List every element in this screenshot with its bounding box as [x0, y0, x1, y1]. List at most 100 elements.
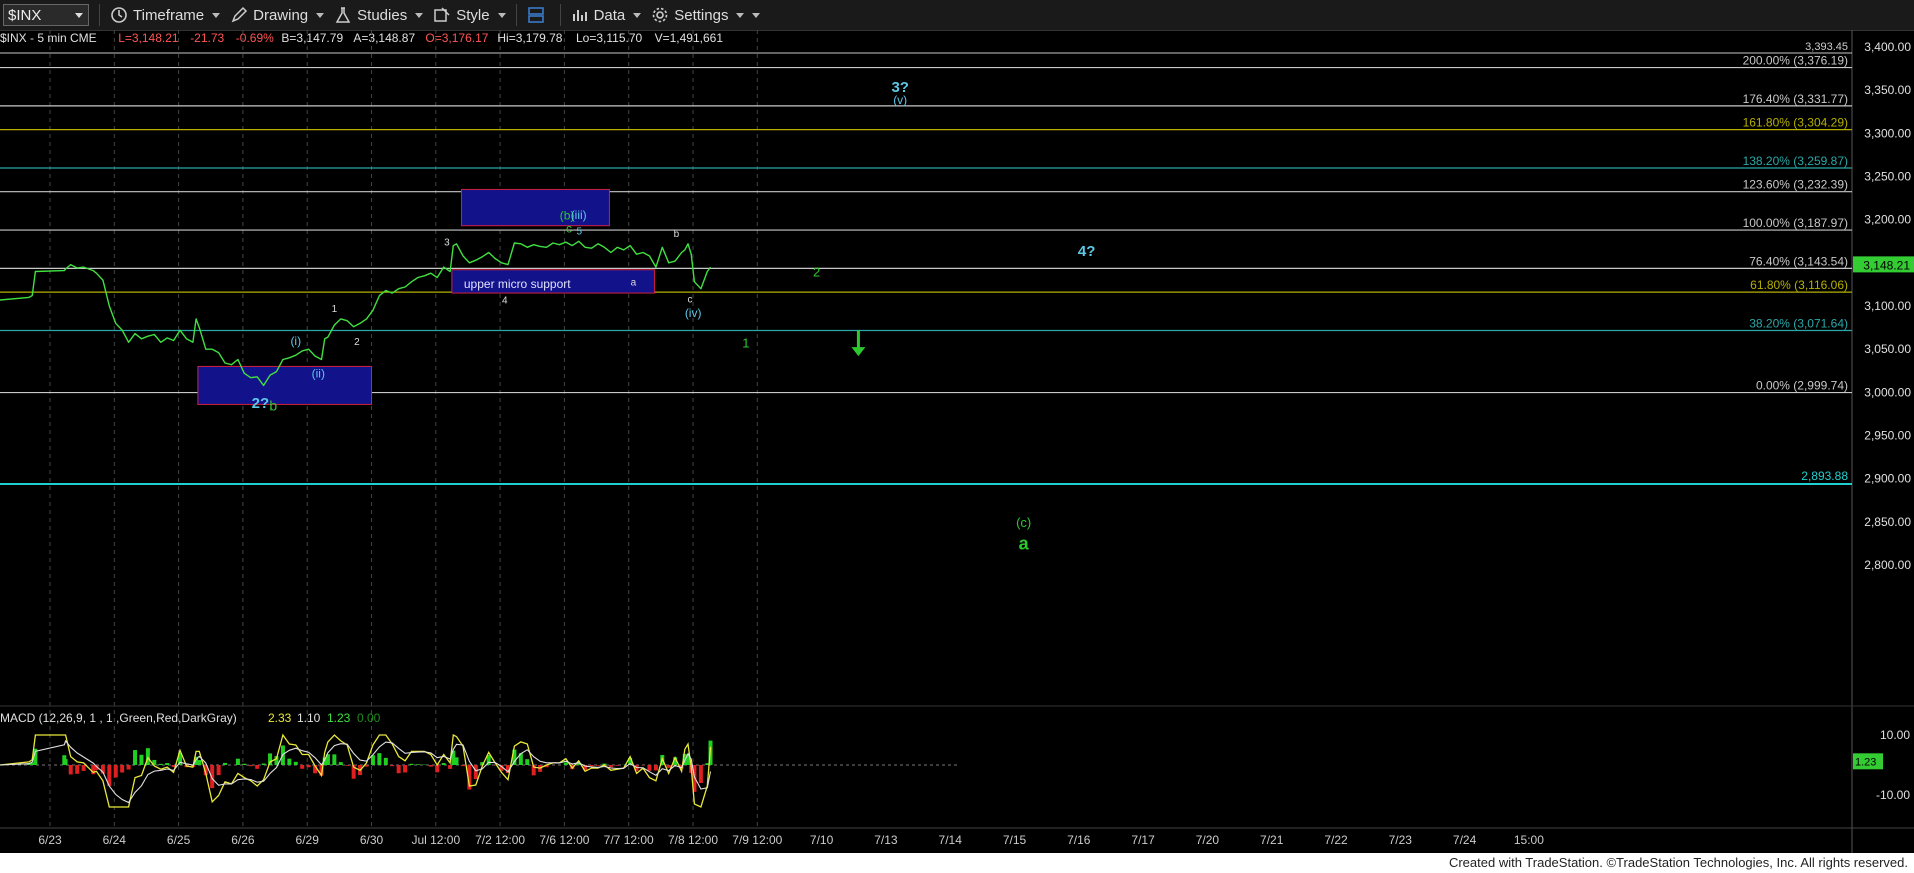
wave-label: 1	[332, 304, 338, 315]
price-chart[interactable]: $INX - 5 min CME L=3,148.21 -21.73 -0.69% B=…	[0, 30, 1914, 853]
wave-label: 4?	[1078, 243, 1096, 260]
zone-box-bottom[interactable]	[197, 365, 372, 405]
data-button[interactable]: Data	[571, 6, 642, 24]
layout-button[interactable]	[527, 6, 550, 24]
price-tick-label: 3,350.00	[1864, 83, 1911, 97]
symbol-dropdown-icon[interactable]	[75, 13, 83, 18]
macd-histogram-bar	[68, 765, 73, 775]
style-icon	[434, 7, 450, 22]
fib-level-label: 176.40% (3,331.77)	[1743, 92, 1848, 106]
price-tick-label: 3,200.00	[1864, 213, 1911, 227]
layout-icon	[527, 7, 544, 23]
style-dropdown-icon	[497, 12, 506, 18]
date-label: 7/20	[1196, 833, 1220, 847]
date-label: 7/10	[810, 833, 834, 847]
macd-histogram-bar	[306, 765, 311, 768]
symbol-text: $INX	[8, 6, 42, 24]
date-label: 6/29	[296, 833, 320, 847]
quote-field: -0.69%	[236, 31, 274, 45]
macd-histogram-bar	[473, 765, 478, 780]
macd-histogram-bar	[197, 760, 202, 765]
macd-histogram-bar	[248, 765, 253, 767]
price-tick-label: 3,050.00	[1864, 342, 1911, 356]
date-label: 6/26	[231, 833, 255, 847]
price-tick-label: 2,950.00	[1864, 429, 1911, 443]
quote-field: L=3,148.21	[118, 31, 179, 45]
quote-field: Hi=3,179.78	[497, 31, 562, 45]
timeframe-label: Timeframe	[133, 6, 205, 24]
macd-histogram-bar	[63, 759, 68, 765]
wave-label: (v)	[893, 93, 907, 107]
data-label: Data	[593, 6, 626, 24]
quote-field: O=3,176.17	[425, 31, 488, 45]
date-label: 6/24	[103, 833, 127, 847]
wave-label: 2	[354, 337, 360, 348]
style-button[interactable]: Style	[433, 6, 506, 24]
macd-histogram-bar	[345, 765, 350, 766]
macd-histogram-bar	[242, 763, 247, 765]
price-tick-label: 3,100.00	[1864, 299, 1911, 313]
quote-field: B=3,147.79	[281, 31, 343, 45]
date-label: 6/23	[38, 833, 62, 847]
quote-field: Lo=3,115.70	[576, 31, 643, 45]
macd-tick-label: -10.00	[1876, 788, 1910, 802]
studies-button[interactable]: Studies	[334, 6, 424, 24]
date-label: 7/24	[1453, 833, 1477, 847]
symbol-input[interactable]: $INX	[3, 4, 89, 26]
drawing-button[interactable]: Drawing	[230, 6, 325, 24]
macd-histogram-bar	[563, 762, 568, 765]
wave-label: 2	[813, 265, 820, 280]
macd-histogram-bar	[383, 757, 388, 765]
macd-histogram-bar	[396, 765, 401, 774]
toolbar-divider	[99, 4, 100, 26]
macd-histogram-bar	[525, 759, 530, 765]
macd-histogram-bar	[698, 765, 703, 783]
macd-histogram-bar	[300, 765, 305, 769]
price-series-line	[0, 240, 712, 387]
date-label: 6/30	[360, 833, 384, 847]
zone-label: upper micro support	[464, 277, 571, 291]
price-tick-label: 2,900.00	[1864, 472, 1911, 486]
style-label: Style	[456, 6, 490, 24]
macd-histogram-bar	[158, 763, 163, 765]
gear-icon	[652, 7, 668, 23]
macd-histogram-bar	[653, 765, 658, 771]
wave-label: c	[566, 222, 572, 236]
fib-level-label: 161.80% (3,304.29)	[1743, 116, 1848, 130]
toolbar: $INX Timeframe Drawing Studies Style Dat…	[0, 0, 1914, 31]
date-label: 7/22	[1324, 833, 1348, 847]
quote-field: A=3,148.87	[353, 31, 415, 45]
macd-histogram-bar	[332, 754, 337, 765]
macd-histogram-bar	[454, 757, 459, 765]
macd-histogram-bar	[589, 765, 594, 767]
macd-histogram-bar	[81, 765, 86, 771]
fib-level-label: 138.20% (3,259.87)	[1743, 154, 1848, 168]
macd-histogram-bar	[216, 765, 221, 776]
macd-histogram-bar	[235, 758, 240, 765]
down-arrow-icon	[851, 347, 866, 357]
date-label: 7/8 12:00	[668, 833, 718, 847]
settings-button[interactable]: Settings	[651, 6, 761, 24]
drawing-dropdown-icon	[316, 12, 325, 18]
more-dropdown-icon	[752, 12, 761, 18]
date-label: 7/2 12:00	[475, 833, 525, 847]
date-label: 7/16	[1067, 833, 1091, 847]
date-label: 7/15	[1003, 833, 1027, 847]
timeframe-button[interactable]: Timeframe	[110, 6, 221, 24]
macd-histogram-bar	[428, 765, 433, 767]
price-tick-label: 2,850.00	[1864, 515, 1911, 529]
fib-level-label: 0.00% (2,999.74)	[1756, 379, 1848, 393]
quote-field: -21.73	[190, 31, 224, 45]
wave-label: (iii)	[571, 208, 587, 222]
macd-histogram-bar	[113, 765, 118, 778]
date-label: 7/17	[1131, 833, 1155, 847]
wave-label: (iv)	[685, 306, 702, 320]
quote-field: V=1,491,661	[655, 31, 724, 45]
toolbar-divider	[559, 4, 561, 26]
zone-box-top[interactable]	[461, 188, 610, 227]
macd-tick-label: 10.00	[1880, 728, 1910, 742]
timeframe-dropdown-icon	[212, 12, 221, 18]
date-label: Jul 12:00	[411, 833, 460, 847]
macd-histogram-bar	[139, 754, 144, 765]
macd-histogram-bar	[608, 765, 613, 768]
